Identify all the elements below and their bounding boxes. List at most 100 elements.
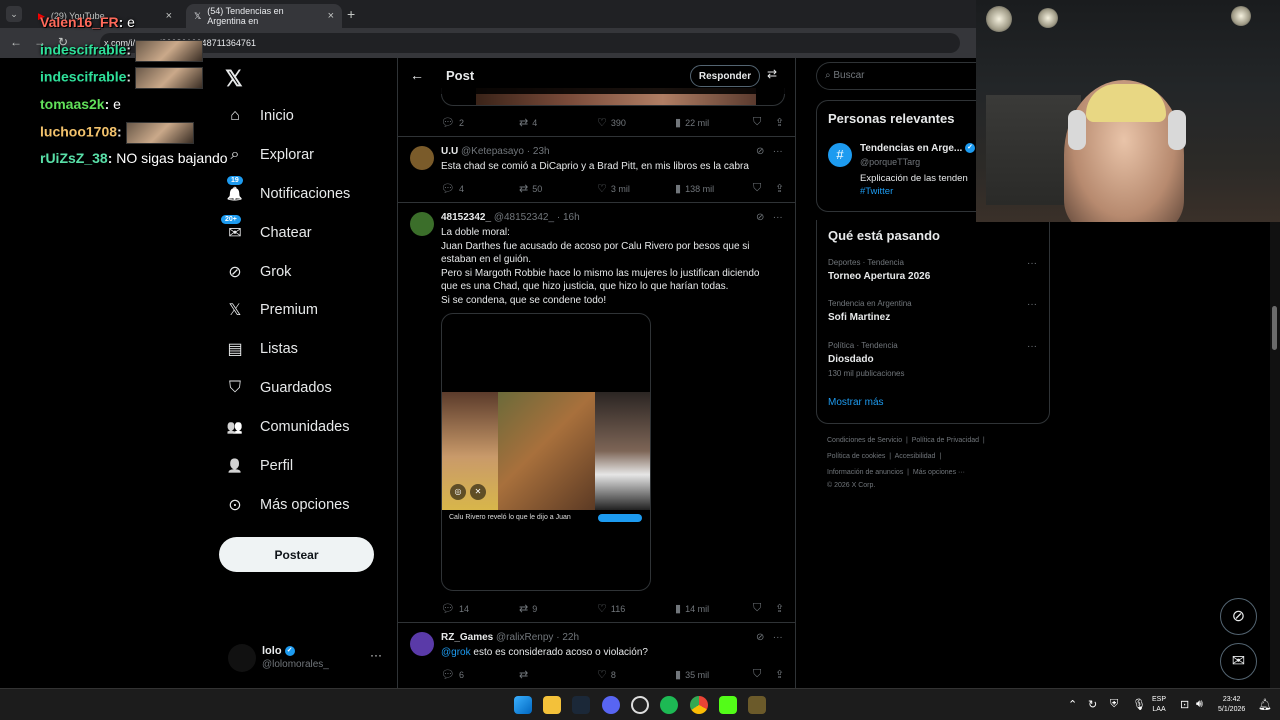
nav-item-grok[interactable]: ⊘ Grok — [225, 262, 291, 282]
search-input[interactable]: ⌕ Buscar — [816, 62, 986, 90]
like-action[interactable]: ♡ 8 — [597, 668, 616, 681]
tab-tendencias[interactable]: 𝕏 (54) Tendencias en Argentina en × — [186, 4, 342, 28]
discord-icon[interactable] — [602, 696, 620, 714]
post-button[interactable]: Postear — [219, 537, 374, 572]
bookmark-action[interactable]: ⛉ — [753, 668, 761, 681]
views-action[interactable]: ▮ 35 mil — [675, 668, 709, 681]
share-action[interactable]: ⇪ — [775, 116, 784, 129]
video-button[interactable] — [598, 514, 642, 522]
kick-icon[interactable] — [719, 696, 737, 714]
language-indicator[interactable]: ESP LAA — [1152, 695, 1166, 715]
like-action[interactable]: ♡ 390 — [597, 116, 626, 129]
nav-item-notificaciones[interactable]: 🔔 19 Notificaciones — [225, 176, 350, 204]
repost-action[interactable]: ⇄ 4 — [519, 116, 537, 129]
author-handle[interactable]: @ralixRenpy — [496, 632, 553, 643]
page-scrollbar[interactable] — [1270, 222, 1280, 688]
captions-icon[interactable]: ◎ — [450, 484, 466, 500]
author-name[interactable]: 48152342_ — [441, 212, 491, 223]
share-action[interactable]: ⇪ — [775, 668, 784, 681]
timestamp[interactable]: 23h — [533, 146, 550, 157]
avatar[interactable] — [410, 632, 434, 656]
show-more-link[interactable]: Mostrar más — [828, 397, 884, 408]
more-icon[interactable]: ··· — [370, 648, 382, 662]
file-explorer-icon[interactable] — [543, 696, 561, 714]
nav-item-inicio[interactable]: ⌂ Inicio — [225, 106, 294, 126]
share-action[interactable]: ⇪ — [775, 602, 784, 615]
mute-icon[interactable]: ✕ — [470, 484, 486, 500]
messages-fab-button[interactable]: ✉ — [1220, 643, 1257, 680]
chrome-icon[interactable] — [690, 696, 708, 714]
footer-link[interactable]: Información de anuncios — [827, 469, 903, 476]
grok-icon[interactable]: ⊘ — [756, 146, 764, 157]
bookmark-action[interactable]: ⛉ — [753, 116, 761, 129]
footer-link[interactable]: Política de cookies — [827, 453, 885, 460]
relevant-person[interactable]: # Tendencias en Arge... ✓ @porqueTTarg E… — [828, 143, 988, 203]
views-action[interactable]: ▮ 14 mil — [675, 602, 709, 615]
tweet[interactable]: U.U @Ketepasayo · 23h ⊘ ··· Esta chad se… — [398, 136, 795, 202]
mic-icon[interactable]: 🎙︎ — [1132, 698, 1146, 711]
nav-item-listas[interactable]: ▤ Listas — [225, 339, 297, 359]
trend-item[interactable]: Tendencia en Argentina Sofi Martinez ··· — [828, 299, 1043, 323]
nav-item-explorar[interactable]: ⌕ Explorar — [225, 145, 314, 165]
windows-start-icon[interactable] — [514, 696, 532, 714]
url-field[interactable]: x.com/i/status/2008010048711364761 — [100, 33, 960, 53]
grok-fab-button[interactable]: ⊘ — [1220, 598, 1257, 635]
back-icon[interactable]: ← — [10, 35, 22, 49]
app-icon[interactable] — [748, 696, 766, 714]
nav-item-mas-opciones[interactable]: ⊙ Más opciones — [225, 495, 349, 515]
footer-link[interactable]: Accesibilidad — [895, 453, 936, 460]
more-icon[interactable]: ··· — [773, 632, 783, 643]
scrollbar-thumb[interactable] — [1272, 306, 1277, 350]
embedded-video[interactable]: ◎ ✕ Calu Rivero reveló lo que le dijo a … — [441, 313, 651, 591]
footer-link[interactable]: Condiciones de Servicio — [827, 437, 902, 444]
sync-icon[interactable]: ↻ — [1088, 698, 1097, 711]
grok-icon[interactable]: ⊘ — [756, 632, 764, 643]
views-action[interactable]: ▮ 138 mil — [675, 182, 714, 195]
reply-action[interactable]: 💬︎ 6 — [441, 668, 464, 681]
mention-link[interactable]: @grok — [441, 647, 471, 658]
more-icon[interactable]: ··· — [1027, 258, 1037, 269]
tweet[interactable]: 48152342_ @48152342_ · 16h ⊘ ··· La dobl… — [398, 202, 795, 622]
views-action[interactable]: ▮ 22 mil — [675, 116, 709, 129]
author-name[interactable]: RZ_Games — [441, 632, 493, 643]
tweet[interactable]: RZ_Games @ralixRenpy · 22h ⊘ ··· @grok e… — [398, 622, 795, 688]
close-icon[interactable]: × — [328, 10, 334, 22]
spotify-icon[interactable] — [660, 696, 678, 714]
repost-action[interactable]: ⇄ — [519, 668, 532, 681]
reply-action[interactable]: 💬︎ 2 — [441, 116, 464, 129]
network-icon[interactable]: ⊡ — [1180, 698, 1189, 711]
grok-icon[interactable]: ⊘ — [756, 212, 764, 223]
footer-link[interactable]: Más opciones ··· — [913, 469, 965, 476]
footer-link[interactable]: Política de Privacidad — [912, 437, 979, 444]
new-tab-button[interactable]: + — [347, 6, 355, 22]
more-icon[interactable]: ··· — [1027, 299, 1037, 310]
avatar[interactable] — [410, 146, 434, 170]
bookmark-action[interactable]: ⛉ — [753, 182, 761, 195]
volume-icon[interactable]: 🔊︎ — [1196, 698, 1203, 711]
account-switcher[interactable]: lolo ✓ @lolomorales_ ··· — [228, 642, 388, 678]
tray-chevron-icon[interactable]: ⌃ — [1068, 698, 1077, 711]
clock[interactable]: 23:42 5/1/2026 — [1218, 695, 1245, 715]
author-handle[interactable]: @48152342_ — [494, 212, 554, 223]
filter-icon[interactable]: ⇄ — [767, 67, 777, 81]
back-arrow-icon[interactable]: ← — [410, 67, 424, 83]
like-action[interactable]: ♡ 3 mil — [597, 182, 630, 195]
nav-item-comunidades[interactable]: 👥 Comunidades — [225, 417, 350, 437]
more-icon[interactable]: ··· — [773, 212, 783, 223]
trend-item[interactable]: Deportes · Tendencia Torneo Apertura 202… — [828, 258, 1043, 282]
nav-item-premium[interactable]: 𝕏 Premium — [225, 300, 318, 320]
author-handle[interactable]: @Ketepasayo — [461, 146, 524, 157]
close-icon[interactable]: × — [166, 10, 172, 22]
share-action[interactable]: ⇪ — [775, 182, 784, 195]
reply-action[interactable]: 💬︎ 14 — [441, 602, 469, 615]
tab-search-button[interactable]: ⌄ — [6, 6, 22, 22]
repost-action[interactable]: ⇄ 9 — [519, 602, 537, 615]
steam-icon[interactable] — [572, 696, 590, 714]
reply-action[interactable]: 💬︎ 4 — [441, 182, 464, 195]
more-icon[interactable]: ··· — [1027, 341, 1037, 352]
reply-button[interactable]: Responder — [690, 65, 760, 87]
hashtag-link[interactable]: #Twitter — [860, 186, 893, 197]
timestamp[interactable]: 22h — [562, 632, 579, 643]
timestamp[interactable]: 16h — [563, 212, 580, 223]
nav-item-guardados[interactable]: ⛉ Guardados — [225, 378, 332, 398]
